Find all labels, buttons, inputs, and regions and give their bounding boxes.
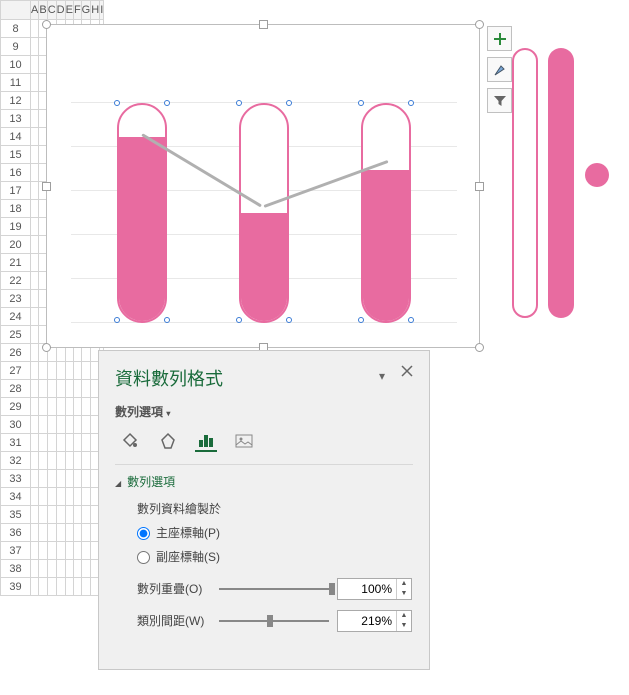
chart-style-button[interactable]: [487, 57, 512, 82]
series-options-expander[interactable]: 數列選項: [115, 473, 413, 490]
bar-2[interactable]: [239, 103, 289, 323]
gap-width-label: 類別間距(W): [137, 610, 211, 632]
chart-add-element-button[interactable]: [487, 26, 512, 51]
shape-dot[interactable]: [585, 163, 609, 187]
bar-3[interactable]: [361, 103, 411, 323]
format-data-series-pane: 資料數列格式 ▾ 數列選項 ▾ 數列選項 數列資料繪製於 主座標軸(P) 副座標…: [98, 350, 430, 670]
column-headers: ABCD EFGHI: [1, 1, 104, 20]
plot-on-label: 數列資料繪製於: [137, 498, 413, 520]
fill-tab-icon[interactable]: [119, 430, 141, 452]
series-overlap-slider[interactable]: [219, 581, 329, 597]
chart-plot-area[interactable]: [71, 83, 457, 323]
pane-tabs: [115, 430, 413, 452]
series-overlap-label: 數列重疊(O): [137, 578, 211, 600]
chart-filter-button[interactable]: [487, 88, 512, 113]
series-tab-icon[interactable]: [195, 430, 217, 452]
primary-axis-radio[interactable]: 主座標軸(P): [137, 522, 413, 544]
series-overlap-input[interactable]: ▲▼: [337, 578, 412, 600]
chart-element-buttons: [487, 26, 512, 119]
shape-pill-filled[interactable]: [548, 48, 574, 318]
gap-width-input[interactable]: ▲▼: [337, 610, 412, 632]
pane-title: 資料數列格式: [115, 365, 413, 391]
pane-menu-icon[interactable]: ▾: [379, 369, 391, 381]
gap-width-slider[interactable]: [219, 613, 329, 629]
embedded-chart[interactable]: [46, 24, 480, 348]
shape-tube-outline[interactable]: [512, 48, 538, 318]
close-icon[interactable]: [401, 365, 417, 381]
secondary-axis-radio[interactable]: 副座標軸(S): [137, 546, 413, 568]
series-options-label[interactable]: 數列選項 ▾: [115, 403, 413, 420]
picture-tab-icon[interactable]: [233, 430, 255, 452]
effects-tab-icon[interactable]: [157, 430, 179, 452]
